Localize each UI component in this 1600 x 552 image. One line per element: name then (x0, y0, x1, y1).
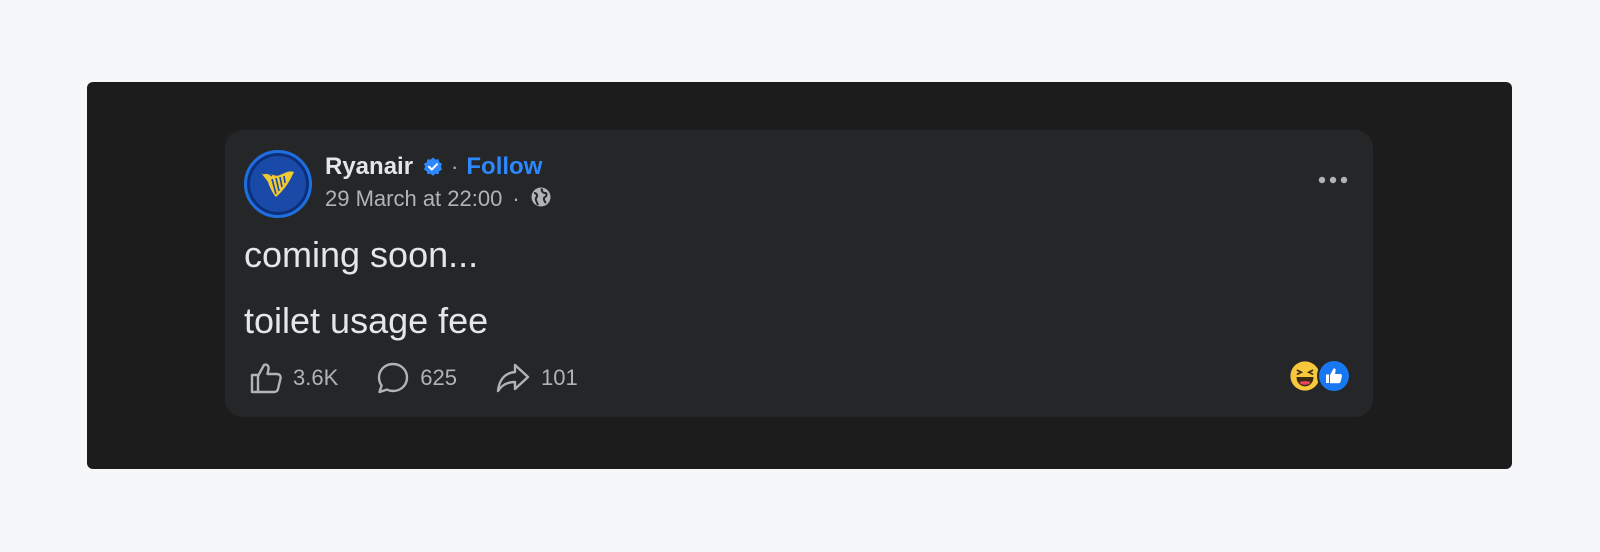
like-reaction-icon (1317, 359, 1351, 393)
post-card: Ryanair · Follow 29 March at 22:00 · com… (225, 130, 1373, 417)
share-button[interactable]: 101 (495, 361, 578, 395)
post-timestamp[interactable]: 29 March at 22:00 (325, 186, 502, 212)
post-actions: 3.6K 625 101 (249, 356, 616, 400)
harp-logo-icon (262, 171, 294, 197)
separator-dot: · (451, 154, 459, 179)
meta-separator-dot: · (512, 186, 520, 211)
post-frame: Ryanair · Follow 29 March at 22:00 · com… (87, 82, 1512, 469)
post-text-line-2: toilet usage fee (244, 300, 489, 341)
reaction-summary[interactable] (1289, 359, 1351, 393)
comment-button[interactable]: 625 (376, 361, 457, 395)
share-arrow-icon (496, 363, 530, 393)
share-count: 101 (540, 365, 578, 390)
comment-count: 625 (420, 365, 457, 390)
post-meta: 29 March at 22:00 · (325, 184, 552, 214)
post-header: Ryanair · Follow (325, 152, 542, 182)
comment-bubble-icon (378, 362, 409, 394)
page-avatar[interactable] (244, 150, 312, 218)
ellipsis-icon (1318, 176, 1348, 184)
follow-button[interactable]: Follow (466, 153, 542, 181)
more-options-button[interactable] (1313, 162, 1353, 198)
like-button[interactable]: 3.6K (249, 361, 338, 395)
verified-badge-icon (423, 157, 443, 177)
post-text-line-1: coming soon... (244, 234, 479, 275)
globe-icon[interactable] (530, 186, 552, 213)
like-count: 3.6K (293, 365, 339, 390)
thumbs-up-icon (250, 363, 282, 394)
page-name[interactable]: Ryanair (325, 153, 413, 181)
